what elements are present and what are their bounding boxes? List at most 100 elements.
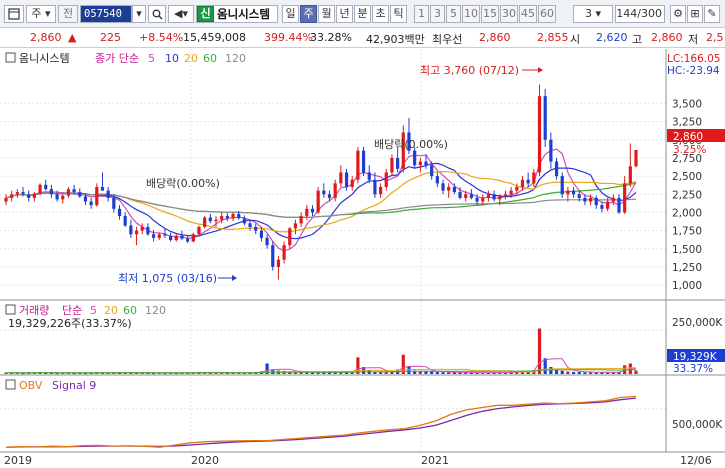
interval-button-45[interactable]: 45 bbox=[519, 5, 537, 23]
toolbar: 주 ▾ 전 057540 ▾ ◀▾ 옴니시스템 신 3 ▾ 144/300 ⚙ … bbox=[0, 0, 725, 28]
period-tab-6[interactable]: 틱 bbox=[390, 5, 407, 23]
ma-5: 5 bbox=[148, 52, 155, 65]
period-tab-1[interactable]: 주 bbox=[300, 5, 317, 23]
volume-bar bbox=[430, 371, 434, 374]
candle-body bbox=[520, 179, 525, 187]
stock-code-input[interactable]: 057540 bbox=[80, 5, 132, 23]
candle-body bbox=[361, 150, 366, 173]
candle-body bbox=[396, 157, 400, 169]
interval-select[interactable]: 3 ▾ bbox=[573, 5, 613, 23]
candle-body bbox=[310, 208, 315, 213]
candle-body bbox=[475, 197, 479, 202]
volume-current-pct: 33.37% bbox=[673, 363, 713, 375]
candle-body bbox=[271, 245, 275, 267]
stock-chart[interactable]: 1,0001,2501,5001,7502,0002,2502,5002,750… bbox=[0, 49, 725, 468]
candle-body bbox=[293, 223, 298, 229]
price-y-tick: 2,250 bbox=[672, 189, 702, 201]
volume-bar bbox=[577, 372, 581, 374]
volume-bar bbox=[634, 370, 638, 374]
layout-icon bbox=[8, 8, 20, 20]
candle-body bbox=[537, 96, 542, 173]
prev-button[interactable]: 전 bbox=[58, 5, 78, 23]
candle-body bbox=[259, 230, 264, 238]
candle-body bbox=[208, 217, 212, 222]
candle-body bbox=[617, 197, 621, 213]
interval-button-1[interactable]: 1 bbox=[414, 5, 429, 23]
volume-bar bbox=[566, 371, 570, 374]
candle-body bbox=[305, 208, 309, 217]
candle-body bbox=[89, 201, 93, 206]
volume-ma-5: 5 bbox=[90, 304, 97, 317]
stock-code-dropdown[interactable]: ▾ bbox=[132, 5, 146, 23]
candle-body bbox=[21, 192, 25, 195]
candle-body bbox=[265, 237, 269, 246]
candle-body bbox=[469, 194, 474, 198]
obv-signal-label: Signal 9 bbox=[52, 379, 96, 392]
candle-body bbox=[481, 197, 485, 202]
interval-button-30[interactable]: 30 bbox=[500, 5, 518, 23]
candle-body bbox=[123, 216, 127, 226]
candle-body bbox=[44, 184, 48, 190]
candle-body bbox=[549, 139, 553, 162]
obv-y-tick: 500,000K bbox=[672, 419, 723, 431]
volume-value-text: 19,329,226주(33.37%) bbox=[8, 317, 132, 330]
candle-body bbox=[441, 183, 445, 191]
period-tab-4[interactable]: 분 bbox=[354, 5, 371, 23]
volume-bar bbox=[571, 371, 576, 374]
period-tab-5[interactable]: 초 bbox=[372, 5, 389, 23]
indicator-button[interactable]: ⊞ bbox=[687, 5, 703, 23]
candle-body bbox=[174, 235, 178, 241]
chart-type-select[interactable]: 주 ▾ bbox=[26, 5, 56, 23]
high-price: 2,860 bbox=[651, 31, 683, 44]
candle-body bbox=[566, 190, 570, 195]
period-tab-0[interactable]: 일 bbox=[282, 5, 299, 23]
candle-body bbox=[231, 213, 235, 219]
candle-body bbox=[72, 189, 76, 193]
interval-button-3[interactable]: 3 bbox=[430, 5, 445, 23]
candle-body bbox=[577, 194, 581, 198]
interval-button-60[interactable]: 60 bbox=[538, 5, 556, 23]
volume-ma-120: 120 bbox=[145, 304, 166, 317]
best-ask-label: 최우선 bbox=[432, 33, 463, 46]
volume-bar bbox=[588, 372, 593, 374]
candle-body bbox=[242, 218, 246, 224]
sound-button[interactable]: ◀▾ bbox=[168, 5, 194, 23]
layout-menu-button[interactable] bbox=[4, 5, 24, 23]
interval-button-15[interactable]: 15 bbox=[481, 5, 499, 23]
candle-body bbox=[106, 190, 110, 198]
candle-body bbox=[339, 172, 343, 184]
candle-body bbox=[140, 226, 144, 231]
price-y-tick: 2,000 bbox=[672, 207, 702, 219]
volume-ma-20: 20 bbox=[104, 304, 118, 317]
candle-body bbox=[4, 197, 8, 202]
candle-body bbox=[492, 194, 496, 200]
price-y-tick: 1,750 bbox=[672, 226, 702, 238]
period-tab-2[interactable]: 월 bbox=[318, 5, 335, 23]
settings-button[interactable]: ⚙ bbox=[670, 5, 686, 23]
candle-body bbox=[390, 157, 394, 173]
candle-body bbox=[543, 96, 547, 140]
settings-icon: ⚙ bbox=[673, 7, 683, 20]
count-display[interactable]: 144/300 bbox=[615, 5, 665, 23]
volume-bar bbox=[583, 372, 587, 374]
candle-body bbox=[276, 259, 281, 267]
volume-current-tag: 19,329K bbox=[673, 351, 718, 363]
trade-amount: 42,903백만 bbox=[366, 33, 425, 46]
candle-body bbox=[129, 225, 133, 235]
price-panel-header: 옴니시스템 종가 단순 5 10 20 60 120 bbox=[5, 52, 246, 65]
tools-button[interactable]: ✎ bbox=[704, 5, 720, 23]
candle-body bbox=[117, 208, 122, 217]
candle-body bbox=[367, 172, 371, 180]
period-tab-3[interactable]: 년 bbox=[336, 5, 353, 23]
interval-button-10[interactable]: 10 bbox=[462, 5, 480, 23]
candle-body bbox=[38, 184, 42, 194]
candle-body bbox=[322, 190, 326, 195]
candle-body bbox=[186, 238, 190, 242]
turnover: 33.28% bbox=[310, 31, 352, 44]
low-price: 2,5 bbox=[706, 31, 724, 44]
candle-body bbox=[225, 216, 229, 219]
candle-body bbox=[32, 193, 36, 198]
dividend-label-2: 배당락(0.00%) bbox=[374, 138, 448, 151]
interval-button-5[interactable]: 5 bbox=[446, 5, 461, 23]
search-button[interactable] bbox=[148, 5, 166, 23]
